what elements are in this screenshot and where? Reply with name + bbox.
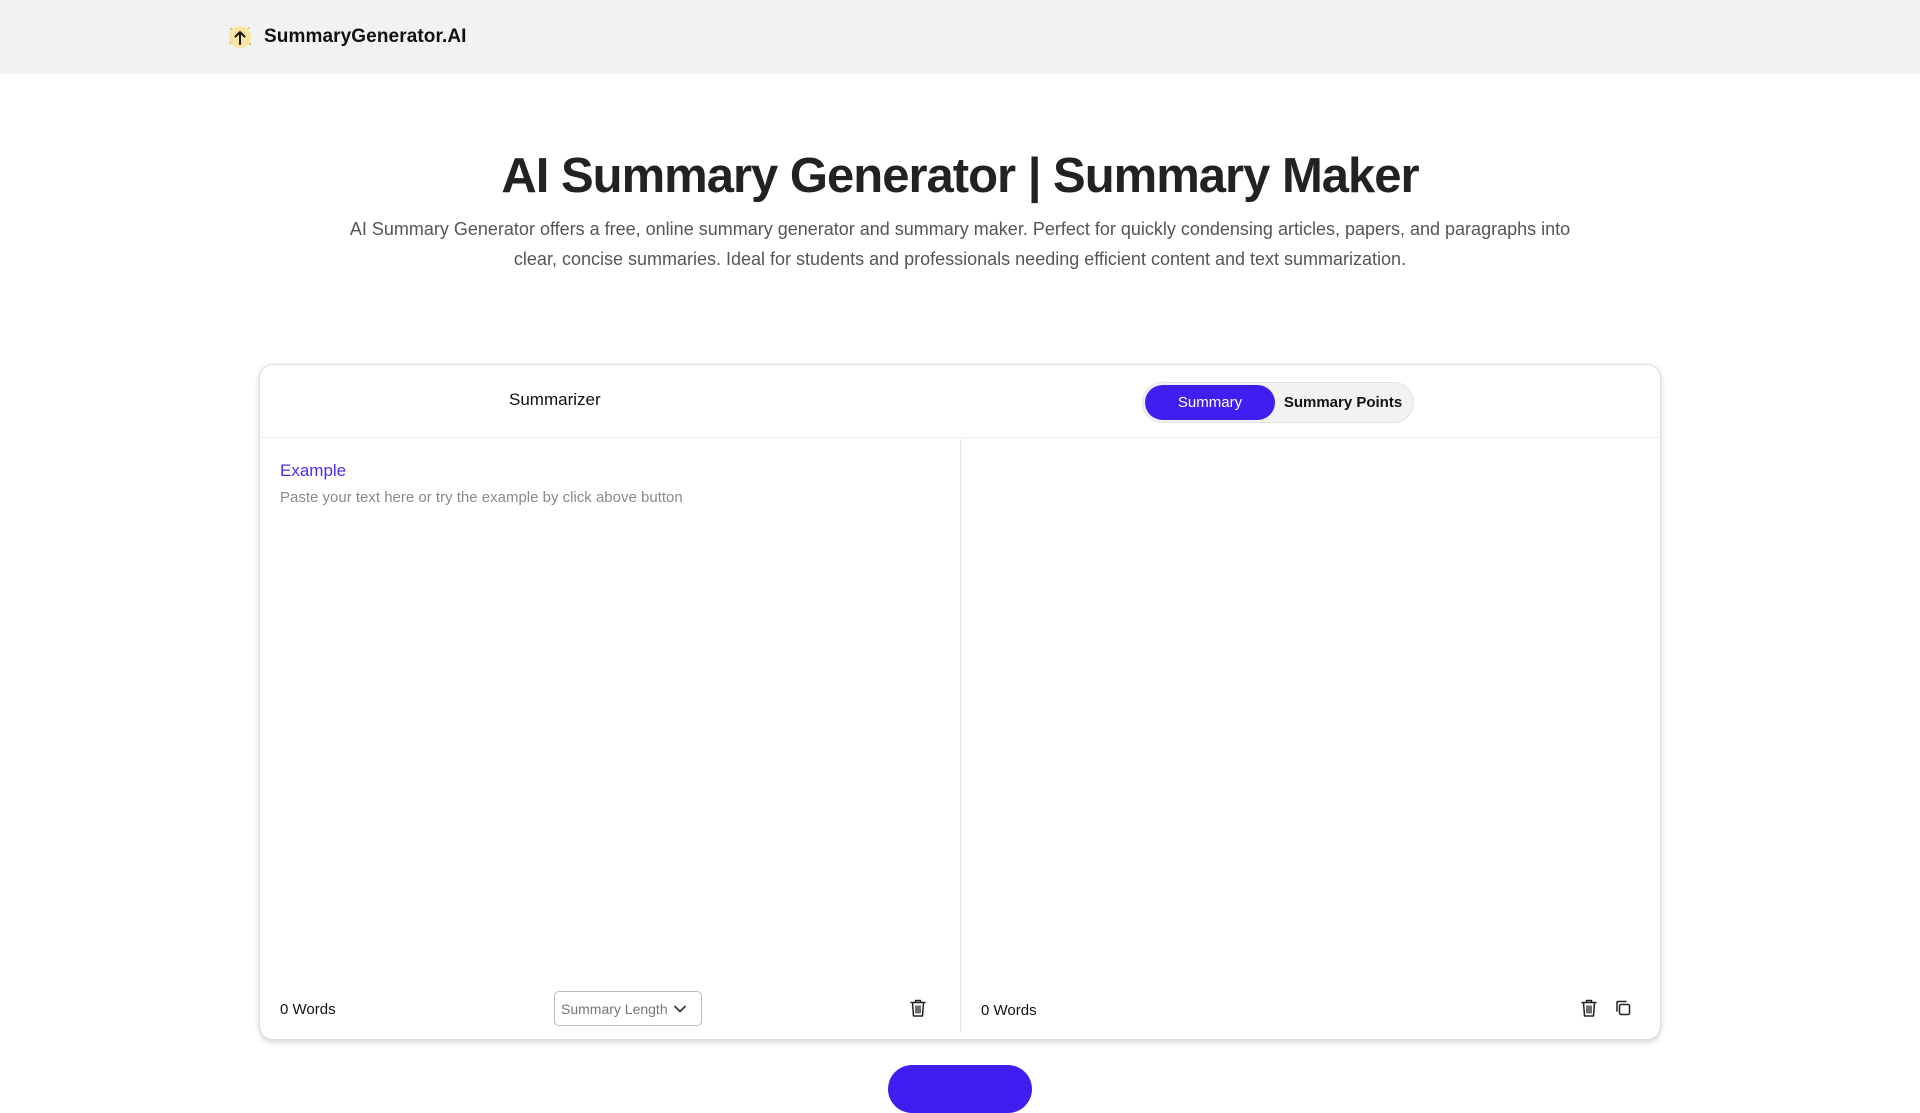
page-title: AI Summary Generator | Summary Maker (501, 149, 1419, 203)
tab-summary[interactable]: Summary (1145, 385, 1275, 420)
copy-icon[interactable] (1612, 997, 1634, 1019)
output-word-count: 0 Words (981, 1002, 1037, 1019)
summary-length-select[interactable]: Summary Length (554, 991, 702, 1026)
clear-input-trash-icon[interactable] (907, 997, 929, 1019)
chevron-down-icon (672, 1001, 688, 1017)
panel-divider (960, 439, 961, 1031)
summary-logo-icon (226, 23, 254, 51)
mode-toggle: Summary Summary Points (1142, 382, 1414, 423)
top-navbar: SummaryGenerator.AI (0, 0, 1920, 74)
brand-home-link[interactable]: SummaryGenerator.AI (226, 22, 467, 52)
summarizer-card: Summarizer Summary Summary Points Exampl… (259, 364, 1661, 1040)
page-description: AI Summary Generator offers a free, onli… (349, 219, 1571, 269)
generate-summary-button[interactable] (888, 1065, 1032, 1113)
card-title: Summarizer (509, 390, 601, 409)
source-text-input[interactable] (280, 489, 940, 979)
brand-name: SummaryGenerator.AI (264, 26, 467, 47)
input-word-count: 0 Words (280, 1001, 336, 1018)
tab-summary-points[interactable]: Summary Points (1275, 385, 1411, 420)
card-header: Summarizer Summary Summary Points (260, 365, 1660, 438)
summary-length-label: Summary Length (561, 1000, 668, 1017)
example-button[interactable]: Example (280, 461, 346, 481)
clear-output-trash-icon[interactable] (1578, 997, 1600, 1019)
